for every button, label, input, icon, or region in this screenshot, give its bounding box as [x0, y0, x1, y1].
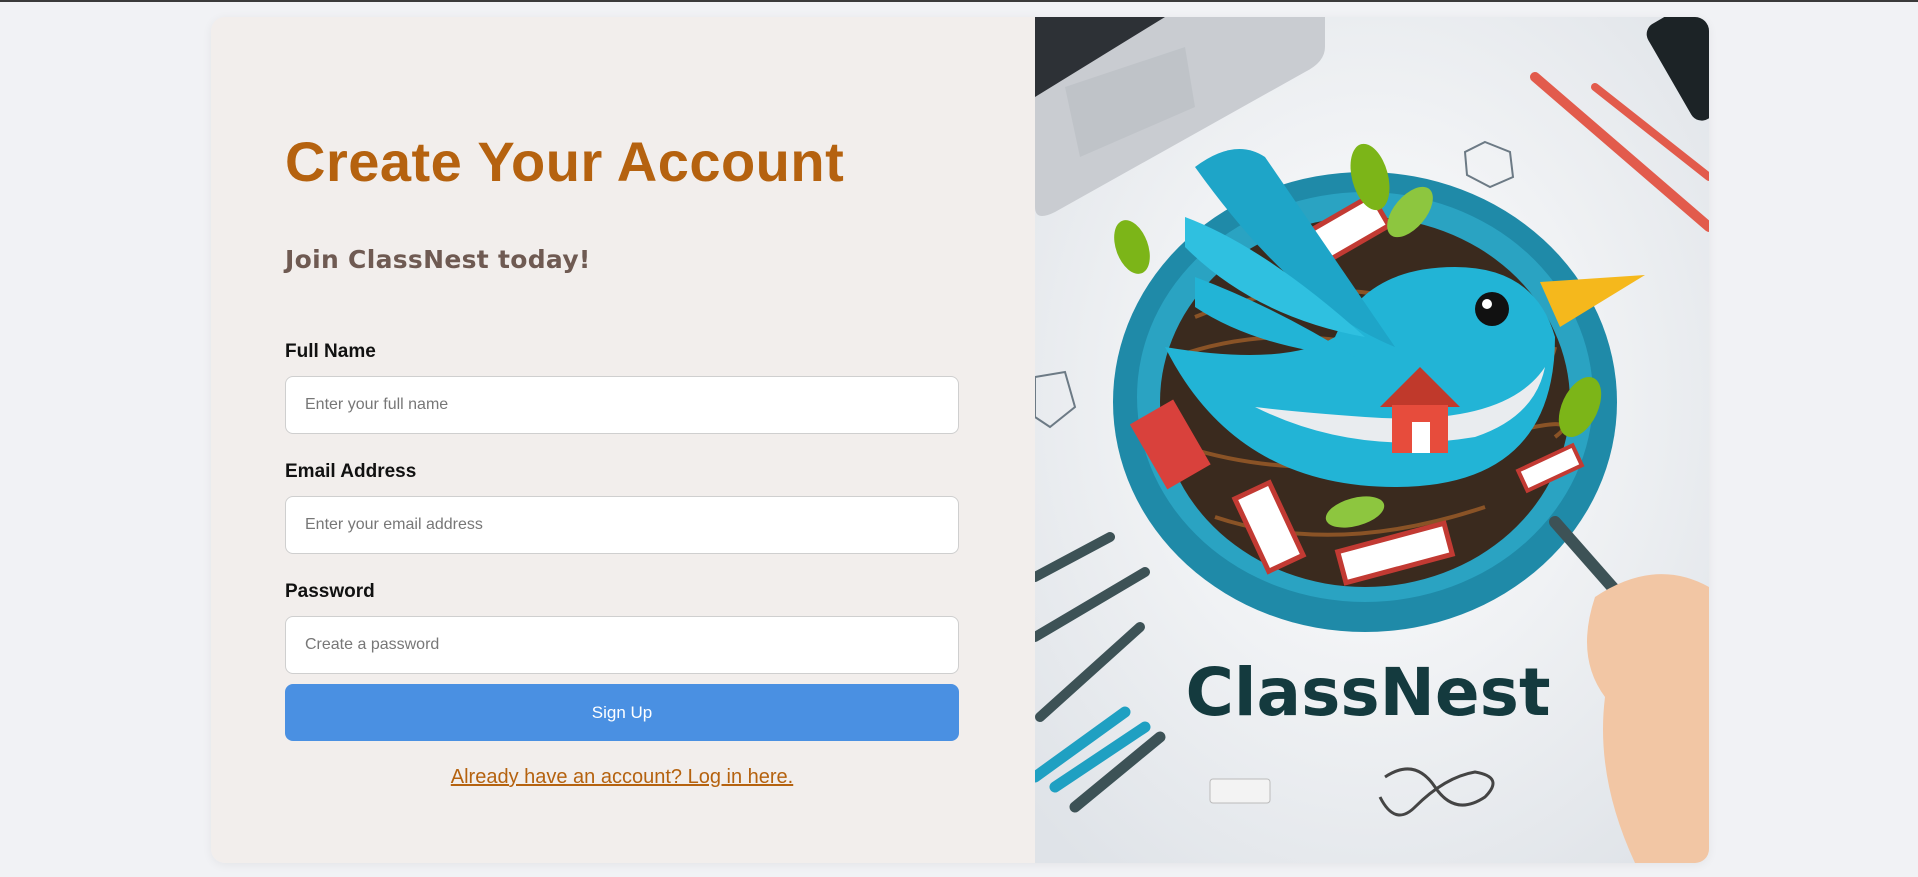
email-input[interactable]	[285, 496, 959, 554]
signup-card: Create Your Account Join ClassNest today…	[211, 17, 1709, 863]
classnest-illustration: ClassNest	[1035, 17, 1709, 863]
login-link[interactable]: Already have an account? Log in here.	[285, 766, 959, 789]
email-label: Email Address	[285, 461, 417, 482]
full-name-input[interactable]	[285, 376, 959, 434]
full-name-label: Full Name	[285, 341, 376, 362]
top-border	[0, 0, 1918, 2]
password-input[interactable]	[285, 616, 959, 674]
classnest-brand-text: ClassNest	[1186, 654, 1551, 731]
page-subtitle: Join ClassNest today!	[285, 245, 591, 274]
page-title: Create Your Account	[285, 130, 845, 193]
signup-form-panel: Create Your Account Join ClassNest today…	[211, 17, 1035, 863]
sign-up-button[interactable]: Sign Up	[285, 684, 959, 741]
password-label: Password	[285, 581, 375, 602]
bird-nest-logo-icon: ClassNest	[1035, 17, 1709, 863]
